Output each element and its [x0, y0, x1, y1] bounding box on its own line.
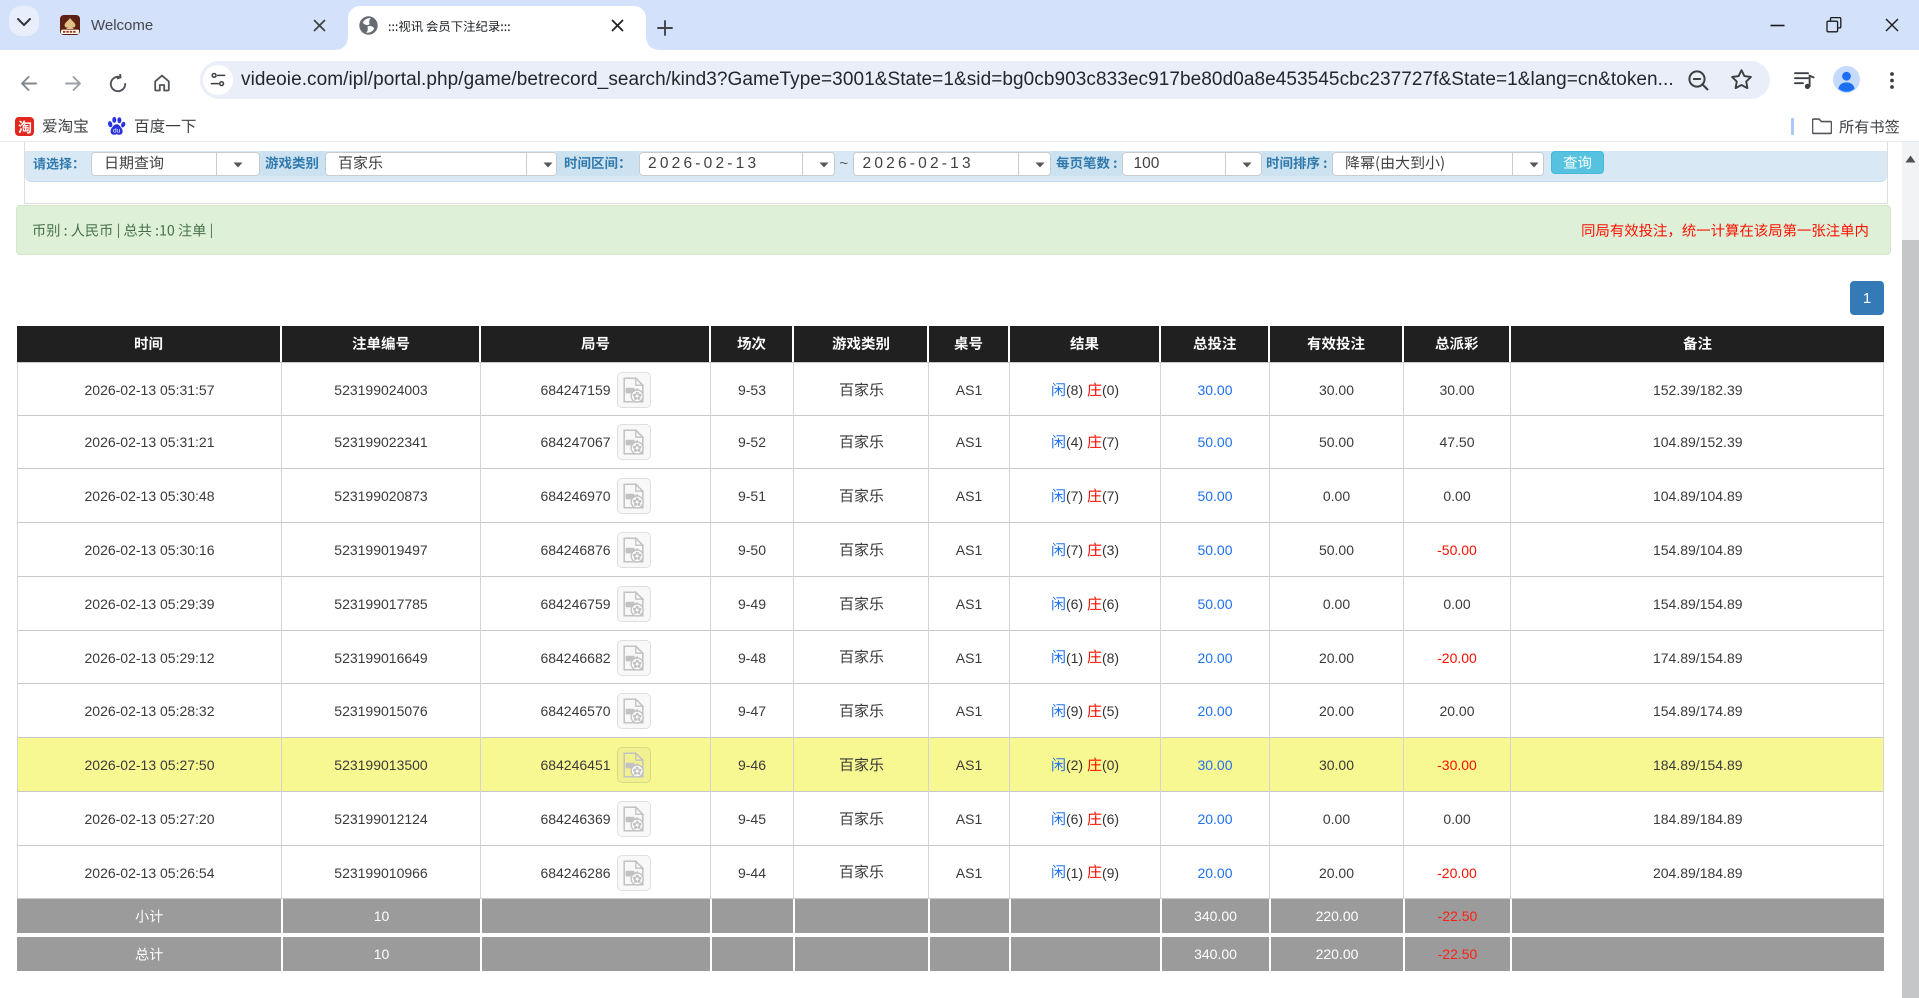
- svg-text:du: du: [113, 127, 121, 134]
